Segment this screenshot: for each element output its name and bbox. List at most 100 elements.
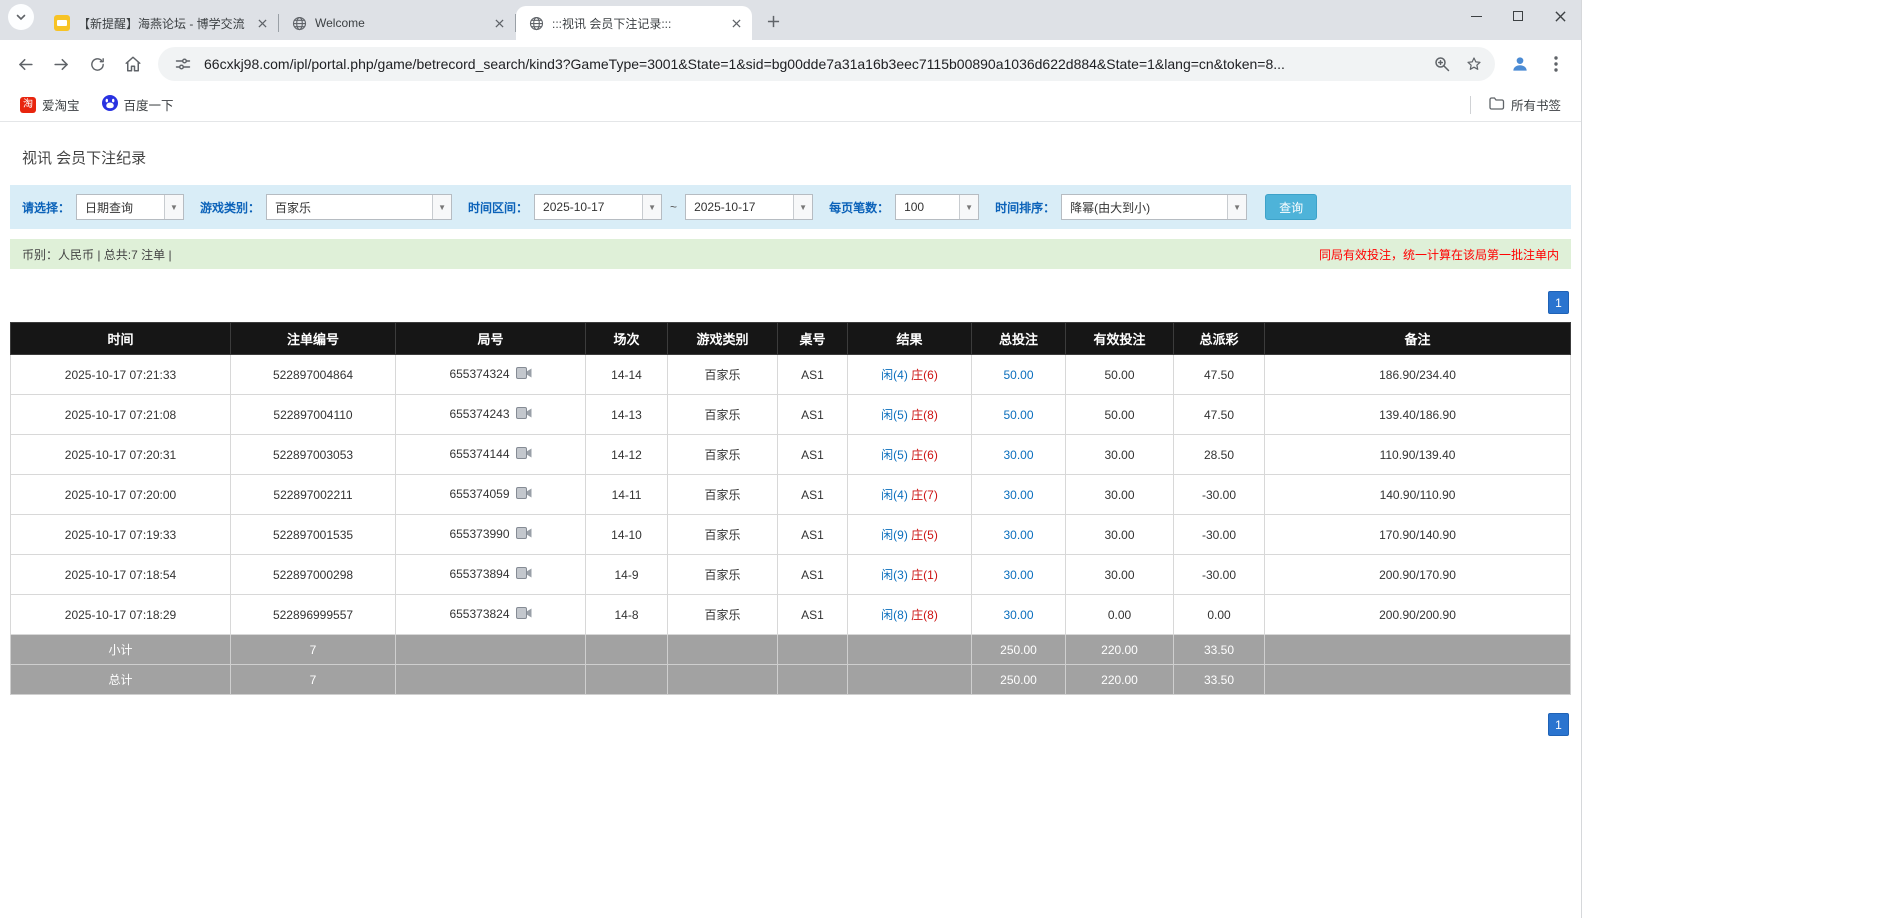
- cell-time: 2025-10-17 07:19:33: [11, 515, 231, 555]
- cell-payout: 0.00: [1174, 595, 1265, 635]
- round-video-icon[interactable]: [516, 407, 532, 422]
- cell-result: 闲(5) 庄(6): [848, 435, 972, 475]
- result-banker: 庄(8): [911, 608, 938, 622]
- tab-search-button[interactable]: [8, 4, 34, 30]
- filter-bar: 请选择： 日期查询 ▼ 游戏类别： 百家乐 ▼ 时间区间： 2025-10-17…: [10, 185, 1571, 229]
- tab-forum[interactable]: 【新提醒】海燕论坛 - 博学交流: [42, 6, 278, 40]
- cell-time: 2025-10-17 07:18:54: [11, 555, 231, 595]
- game-type-label: 游戏类别：: [200, 199, 260, 216]
- cell-total-bet: 30.00: [972, 595, 1066, 635]
- cell-time: 2025-10-17 07:18:29: [11, 595, 231, 635]
- cell-note: 170.90/140.90: [1265, 515, 1571, 555]
- cell-table-no: AS1: [778, 475, 848, 515]
- cell-valid-bet: 0.00: [1066, 595, 1174, 635]
- query-type-select[interactable]: 日期查询 ▼: [76, 194, 184, 220]
- zoom-icon[interactable]: [1431, 53, 1453, 75]
- page-1-button[interactable]: 1: [1548, 713, 1569, 736]
- cell-time: 2025-10-17 07:21:33: [11, 355, 231, 395]
- column-header: 注单编号: [231, 323, 396, 355]
- back-button[interactable]: [8, 47, 42, 81]
- cell-total-bet: 50.00: [972, 355, 1066, 395]
- bookmark-baidu[interactable]: 百度一下: [94, 91, 182, 118]
- date-from-select[interactable]: 2025-10-17 ▼: [534, 194, 662, 220]
- cell-bet-id: 522897004864: [231, 355, 396, 395]
- cell-time: 2025-10-17 07:20:00: [11, 475, 231, 515]
- tab-close-icon[interactable]: [254, 15, 270, 31]
- round-video-icon[interactable]: [516, 447, 532, 462]
- cell-round-id: 655373824: [396, 595, 586, 635]
- total-bet-link[interactable]: 30.00: [1003, 528, 1033, 542]
- table-row: 2025-10-17 07:20:00522897002211655374059…: [11, 475, 1571, 515]
- menu-button[interactable]: [1539, 47, 1573, 81]
- reload-button[interactable]: [80, 47, 114, 81]
- per-page-select[interactable]: 100 ▼: [895, 194, 979, 220]
- round-video-icon[interactable]: [516, 607, 532, 622]
- round-video-icon[interactable]: [516, 567, 532, 582]
- summary-cell: 250.00: [972, 635, 1066, 665]
- bookmark-star-icon[interactable]: [1463, 53, 1485, 75]
- all-bookmarks-button[interactable]: 所有书签: [1481, 91, 1569, 118]
- home-icon: [124, 55, 142, 73]
- summary-cell: [396, 635, 586, 665]
- minimize-button[interactable]: [1455, 0, 1497, 32]
- new-tab-button[interactable]: [760, 8, 787, 35]
- total-bet-link[interactable]: 50.00: [1003, 368, 1033, 382]
- page-content: 视讯 会员下注纪录 请选择： 日期查询 ▼ 游戏类别： 百家乐 ▼ 时间区间： …: [0, 122, 1581, 766]
- total-bet-link[interactable]: 50.00: [1003, 408, 1033, 422]
- total-bet-link[interactable]: 30.00: [1003, 568, 1033, 582]
- cell-result: 闲(5) 庄(8): [848, 395, 972, 435]
- cell-payout: -30.00: [1174, 555, 1265, 595]
- site-info-icon[interactable]: [172, 53, 194, 75]
- url-text[interactable]: 66cxkj98.com/ipl/portal.php/game/betreco…: [204, 56, 1421, 72]
- total-bet-link[interactable]: 30.00: [1003, 488, 1033, 502]
- pagination-bottom: 1: [12, 713, 1569, 736]
- chevron-down-icon[interactable]: ▼: [642, 195, 661, 219]
- profile-button[interactable]: [1503, 47, 1537, 81]
- total-bet-link[interactable]: 30.00: [1003, 448, 1033, 462]
- bookmark-taobao[interactable]: 爱淘宝: [12, 91, 88, 118]
- game-type-select[interactable]: 百家乐 ▼: [266, 194, 452, 220]
- column-header: 结果: [848, 323, 972, 355]
- close-icon: [1555, 11, 1566, 22]
- round-video-icon[interactable]: [516, 367, 532, 382]
- cell-total-bet: 30.00: [972, 555, 1066, 595]
- close-button[interactable]: [1539, 0, 1581, 32]
- summary-cell: 33.50: [1174, 635, 1265, 665]
- table-row: 2025-10-17 07:20:31522897003053655374144…: [11, 435, 1571, 475]
- summary-cell: 33.50: [1174, 665, 1265, 695]
- search-button[interactable]: 查询: [1265, 194, 1317, 220]
- tab-close-icon[interactable]: [491, 15, 507, 31]
- cell-game-type: 百家乐: [668, 435, 778, 475]
- maximize-button[interactable]: [1497, 0, 1539, 32]
- forward-button[interactable]: [44, 47, 78, 81]
- result-banker: 庄(1): [911, 568, 938, 582]
- bookmarks-right: 所有书签: [1470, 91, 1569, 118]
- chevron-down-icon[interactable]: ▼: [793, 195, 812, 219]
- home-button[interactable]: [116, 47, 150, 81]
- page-1-button[interactable]: 1: [1548, 291, 1569, 314]
- currency-summary: 币别：人民币 | 总共:7 注单 |: [22, 246, 172, 263]
- address-bar[interactable]: 66cxkj98.com/ipl/portal.php/game/betreco…: [158, 47, 1495, 81]
- tab-title: :::视讯 会员下注记录:::: [552, 15, 720, 32]
- result-player: 闲(4): [881, 368, 908, 382]
- chevron-down-icon[interactable]: ▼: [164, 195, 183, 219]
- cell-round-id: 655374059: [396, 475, 586, 515]
- date-from-value: 2025-10-17: [535, 195, 642, 219]
- cell-session: 14-12: [586, 435, 668, 475]
- round-video-icon[interactable]: [516, 487, 532, 502]
- chevron-down-icon[interactable]: ▼: [1227, 195, 1246, 219]
- date-to-select[interactable]: 2025-10-17 ▼: [685, 194, 813, 220]
- round-video-icon[interactable]: [516, 527, 532, 542]
- tab-close-icon[interactable]: [728, 15, 744, 31]
- chevron-down-icon[interactable]: ▼: [432, 195, 451, 219]
- tab-bet-record[interactable]: :::视讯 会员下注记录:::: [516, 6, 752, 40]
- summary-cell: [778, 665, 848, 695]
- tab-welcome[interactable]: Welcome: [279, 6, 515, 40]
- cell-valid-bet: 30.00: [1066, 435, 1174, 475]
- result-player: 闲(9): [881, 528, 908, 542]
- chevron-down-icon[interactable]: ▼: [959, 195, 978, 219]
- cell-game-type: 百家乐: [668, 555, 778, 595]
- cell-bet-id: 522897003053: [231, 435, 396, 475]
- sort-select[interactable]: 降幂(由大到小) ▼: [1061, 194, 1247, 220]
- total-bet-link[interactable]: 30.00: [1003, 608, 1033, 622]
